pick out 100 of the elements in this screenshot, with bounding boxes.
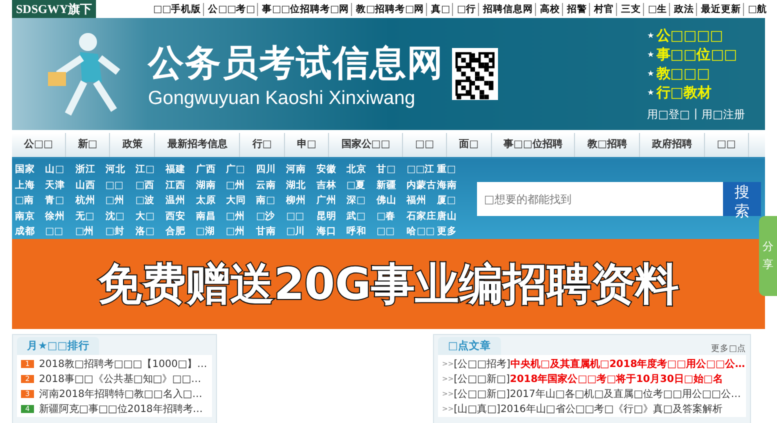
region-link[interactable]: □□ (376, 224, 407, 240)
region-link[interactable]: 唐山 (436, 208, 467, 224)
nav-link[interactable]: 政府招聘 (640, 133, 705, 157)
region-link[interactable]: 无□ (75, 208, 106, 224)
region-link[interactable]: 武□ (346, 208, 377, 224)
region-link[interactable]: 石家庄 (406, 208, 437, 224)
region-link[interactable]: 福州 (406, 193, 437, 208)
quick-link[interactable]: ★公□□□□ (647, 26, 745, 44)
region-link[interactable]: 成都 (15, 224, 46, 240)
region-link[interactable]: 厦□ (436, 193, 467, 208)
region-link[interactable]: 海南 (436, 178, 467, 193)
region-link[interactable]: 杭州 (75, 193, 106, 208)
region-link[interactable]: □□ (45, 224, 76, 240)
login-link[interactable]: 用□登□ (647, 106, 690, 122)
nav-link[interactable]: 申□ (284, 133, 330, 157)
region-link[interactable]: 新疆 (376, 178, 407, 193)
region-link[interactable]: □州 (226, 178, 256, 193)
region-link[interactable]: 北京 (346, 162, 377, 178)
region-link[interactable]: 湖南 (196, 178, 226, 193)
region-link[interactable]: 浙江 (75, 162, 106, 178)
top-link[interactable]: □生 (646, 2, 670, 16)
more-link[interactable]: 更多□点 (710, 343, 746, 355)
article-link[interactable]: 河南2018年招聘特□教□□名入□… (39, 386, 202, 400)
region-link[interactable]: □州 (226, 208, 256, 224)
region-link[interactable]: □春 (376, 208, 407, 224)
region-link[interactable]: 深□ (346, 193, 377, 208)
region-link[interactable]: □封 (105, 224, 136, 240)
region-link[interactable]: 国家 (15, 162, 46, 178)
nav-link[interactable]: 教□招聘 (575, 133, 640, 157)
region-link[interactable]: 大同 (226, 193, 256, 208)
region-link[interactable]: 南昌 (196, 208, 226, 224)
region-link[interactable]: 沈□ (105, 208, 136, 224)
share-tab[interactable]: 分享 (759, 216, 777, 296)
region-link[interactable]: □湖 (196, 224, 226, 240)
region-link[interactable]: 更多 (436, 224, 467, 240)
region-link[interactable]: 江西 (166, 178, 196, 193)
nav-link[interactable]: 政策 (110, 133, 156, 157)
region-link[interactable]: 海口 (316, 224, 346, 240)
top-link[interactable]: □航 (746, 2, 769, 16)
region-link[interactable]: 徐州 (45, 208, 76, 224)
top-link[interactable]: 村官 (592, 2, 618, 16)
nav-link[interactable]: 国家公□□ (329, 133, 404, 157)
region-link[interactable]: □□ (105, 178, 136, 193)
region-link[interactable]: 上海 (15, 178, 46, 193)
region-link[interactable]: 柳州 (286, 193, 316, 208)
region-link[interactable]: 昆明 (316, 208, 346, 224)
region-link[interactable]: 甘南 (256, 224, 286, 240)
region-link[interactable]: 广州 (316, 193, 346, 208)
region-link[interactable]: □州 (105, 193, 136, 208)
region-link[interactable]: 安徽 (316, 162, 346, 178)
region-link[interactable]: 西安 (166, 208, 196, 224)
region-link[interactable]: □波 (136, 193, 166, 208)
nav-link[interactable]: □□ (403, 133, 448, 157)
nav-link[interactable]: 最新招考信息 (155, 133, 240, 157)
region-link[interactable]: 云南 (256, 178, 286, 193)
region-link[interactable]: 福建 (166, 162, 196, 178)
search-field[interactable]: □想要的都能找到 (477, 182, 723, 216)
nav-link[interactable]: □□ (704, 133, 749, 157)
quick-link[interactable]: ★教□□□ (647, 64, 745, 82)
region-link[interactable]: 大□ (136, 208, 166, 224)
region-link[interactable]: 呼和 (346, 224, 377, 240)
region-link[interactable]: 山□ (45, 162, 76, 178)
region-link[interactable]: 四川 (256, 162, 286, 178)
top-link[interactable]: 招警 (565, 2, 590, 16)
region-link[interactable]: □沙 (256, 208, 286, 224)
region-link[interactable]: 湖北 (286, 178, 316, 193)
nav-link[interactable]: 公□□ (12, 133, 66, 157)
quick-link[interactable]: ★行□教材 (647, 84, 745, 102)
register-link[interactable]: 用□注册 (702, 106, 745, 122)
region-link[interactable]: 山西 (75, 178, 106, 193)
top-link[interactable]: 真□ (429, 2, 454, 16)
region-link[interactable]: 南京 (15, 208, 46, 224)
article-link[interactable]: 2018教□招聘考□□□【1000□】… (39, 356, 208, 370)
region-link[interactable]: □西 (136, 178, 166, 193)
nav-link[interactable]: 事□□位招聘 (492, 133, 576, 157)
top-link[interactable]: □行 (455, 2, 480, 16)
region-link[interactable]: 河南 (286, 162, 316, 178)
top-link[interactable]: 公□□考□ (206, 2, 258, 16)
top-link[interactable]: 最近更新 (699, 2, 744, 16)
top-link[interactable]: 事□□位招聘考□网 (260, 2, 352, 16)
site-logo[interactable]: SDSGWY旗下 (12, 0, 96, 18)
region-link[interactable]: 吉林 (316, 178, 346, 193)
region-link[interactable]: □州 (75, 224, 106, 240)
region-link[interactable]: 内蒙古 (406, 178, 437, 193)
region-link[interactable]: 广西 (196, 162, 226, 178)
nav-link[interactable]: 面□ (447, 133, 492, 157)
article-link[interactable]: 2018事□□《公共基□知□》□□… (39, 372, 202, 386)
region-link[interactable]: 哈□□ (406, 224, 437, 240)
nav-link[interactable]: 新□ (66, 133, 110, 157)
region-link[interactable]: 南□ (256, 193, 286, 208)
article-link[interactable]: 新疆阿克□事□□位2018年招聘考… (39, 402, 203, 416)
top-link[interactable]: 招聘信息网 (481, 2, 536, 16)
region-link[interactable]: □□ (286, 208, 316, 224)
region-link[interactable]: 天津 (45, 178, 76, 193)
nav-link[interactable]: 行□ (240, 133, 285, 157)
top-link[interactable]: 高校 (538, 2, 564, 16)
region-link[interactable]: 重□ (436, 162, 467, 178)
region-link[interactable]: 合肥 (166, 224, 196, 240)
region-link[interactable]: 洛□ (136, 224, 166, 240)
region-link[interactable]: 温州 (166, 193, 196, 208)
